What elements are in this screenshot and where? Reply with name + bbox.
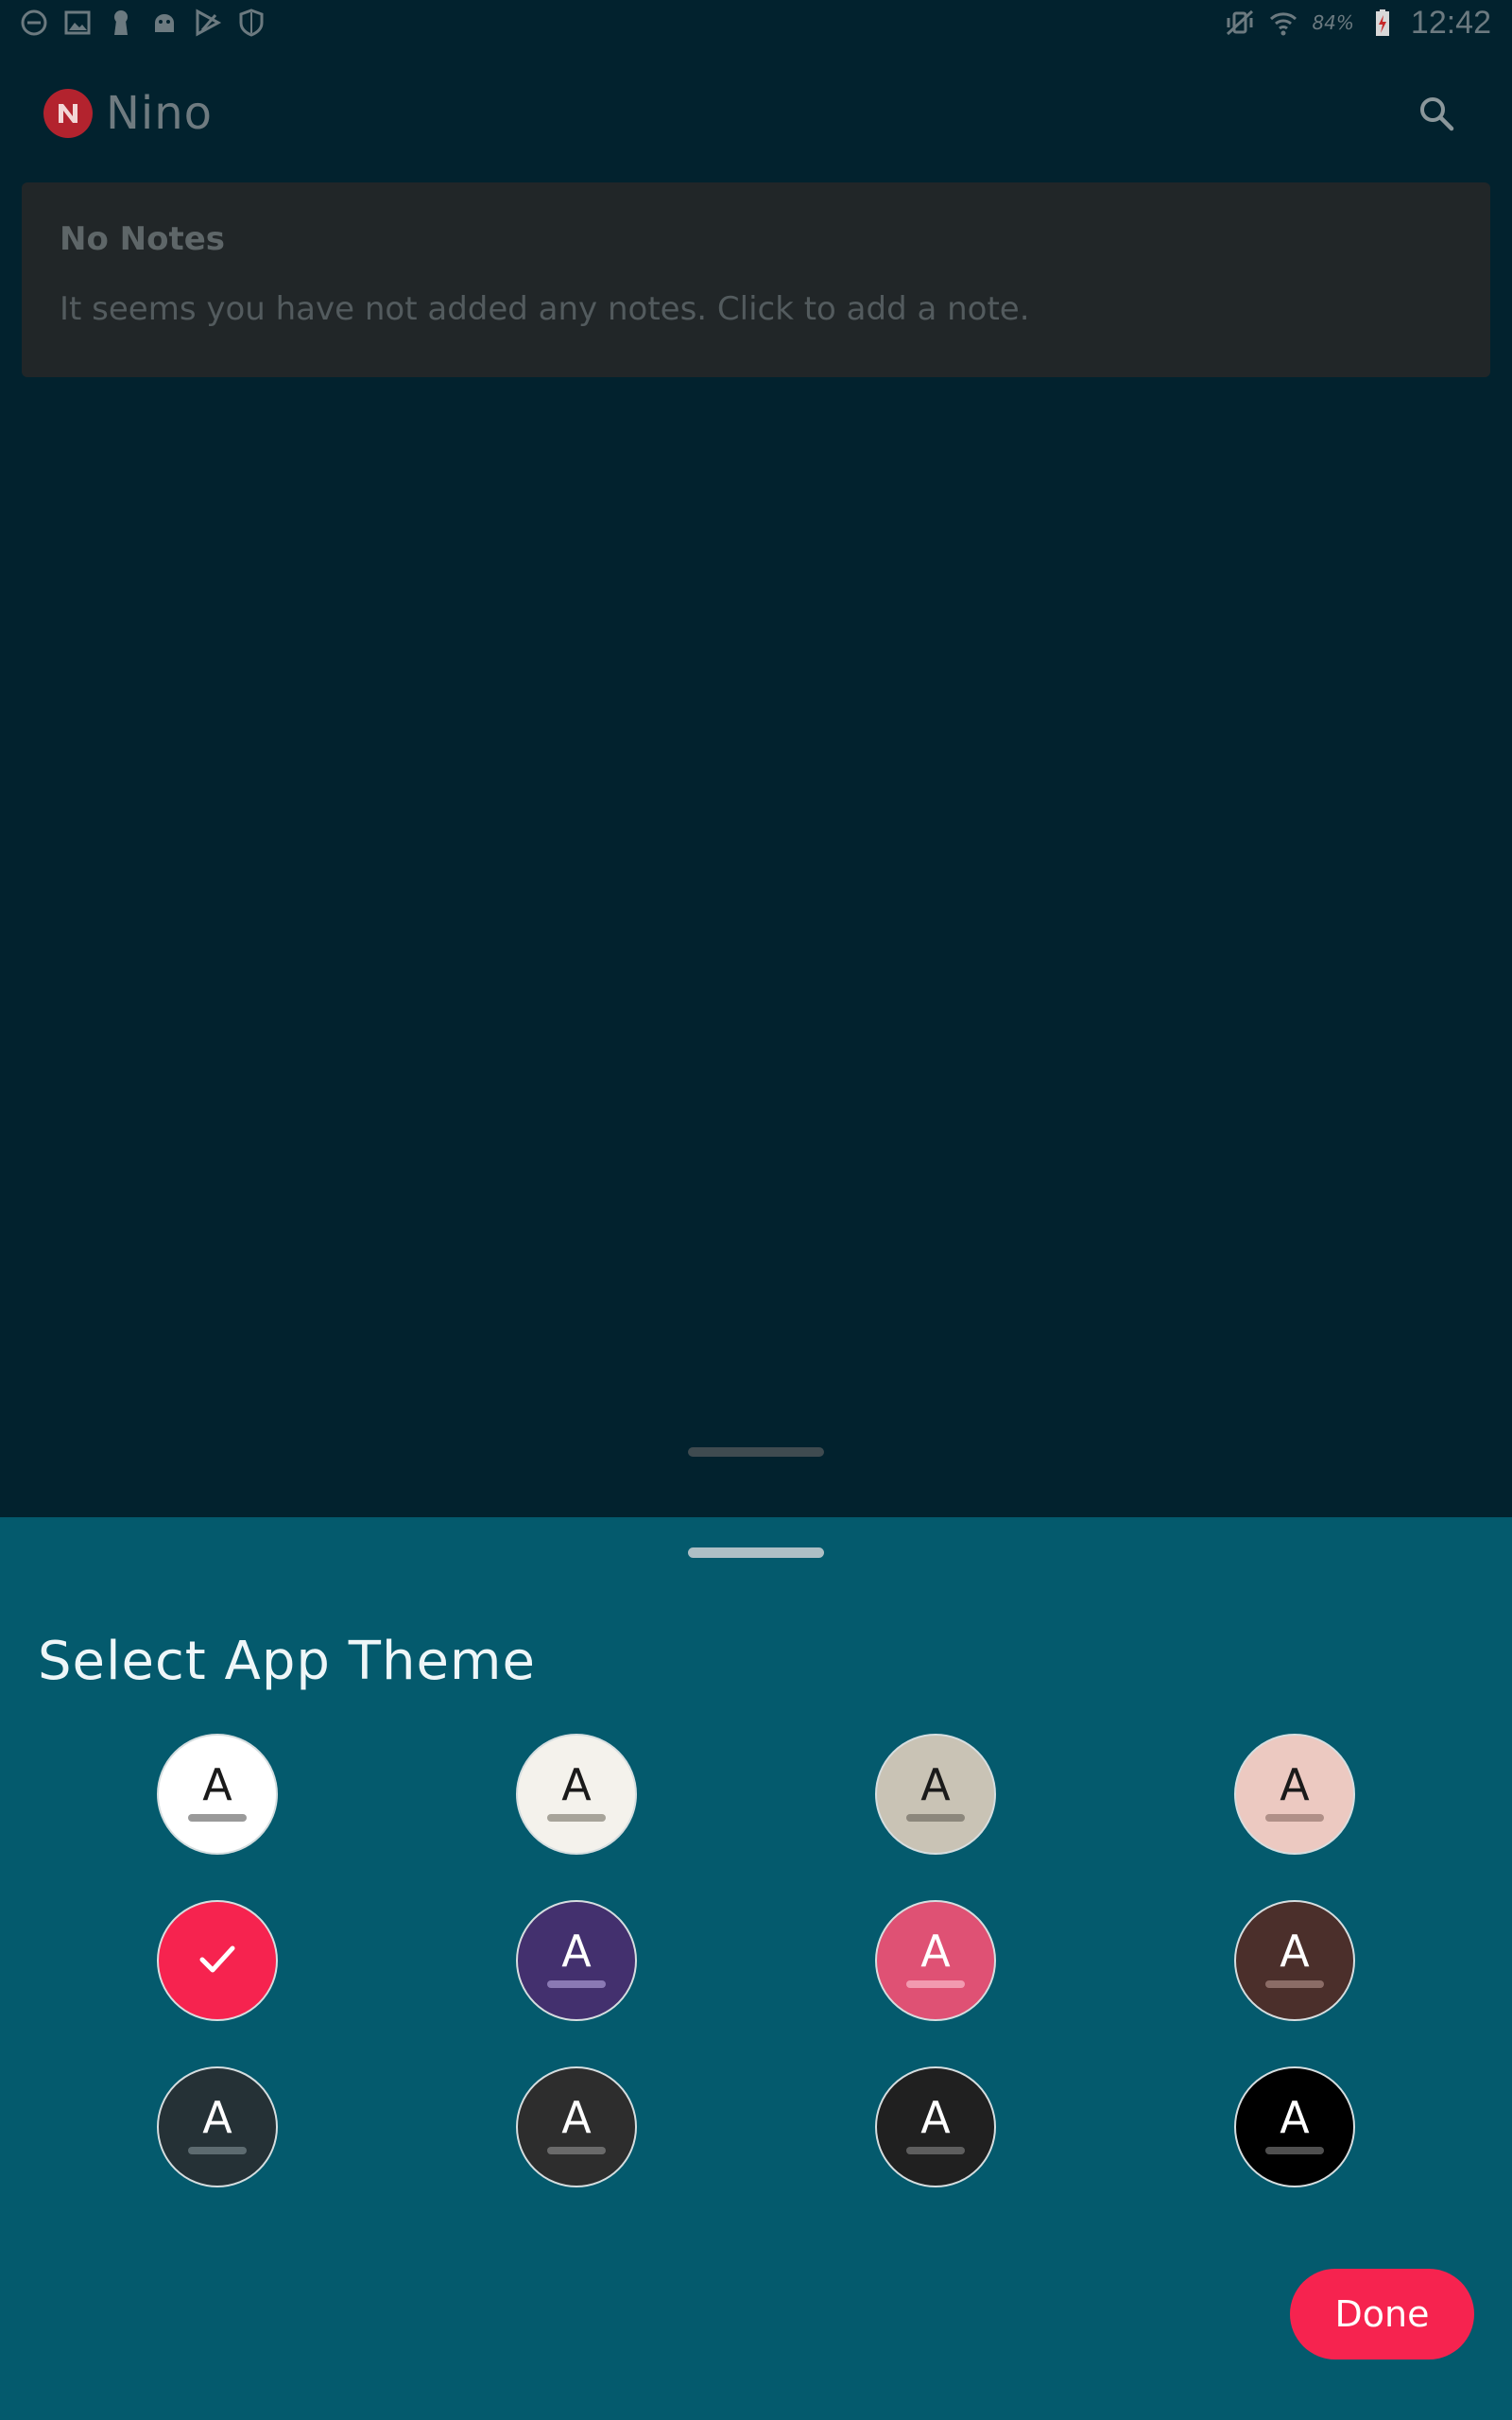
theme-swatch-bar	[188, 1814, 247, 1822]
status-clock: 12:42	[1410, 4, 1491, 41]
theme-swatch-bar	[1265, 1980, 1324, 1988]
theme-swatch[interactable]: A	[875, 2066, 996, 2187]
sheet-title: Select App Theme	[38, 1631, 536, 1692]
theme-swatch-letter: A	[561, 1759, 592, 1810]
theme-swatch-letter: A	[920, 1759, 951, 1810]
theme-swatch-letter: A	[1280, 1759, 1310, 1810]
theme-swatch-bar	[547, 1814, 606, 1822]
sheet-drag-handle[interactable]	[688, 1547, 824, 1558]
theme-bottom-sheet: Select App Theme A A A A A A A A A A A Done	[0, 1517, 1512, 2420]
done-button[interactable]: Done	[1290, 2269, 1474, 2360]
theme-swatch[interactable]: A	[516, 2066, 637, 2187]
keyhole-icon	[106, 8, 136, 38]
search-icon	[1420, 97, 1454, 131]
theme-swatch-bar	[906, 2147, 965, 2154]
theme-swatch[interactable]: A	[1234, 1900, 1355, 2021]
theme-swatch[interactable]: A	[516, 1900, 637, 2021]
theme-swatch-letter: A	[202, 1759, 232, 1810]
theme-swatch[interactable]: A	[516, 1734, 637, 1855]
theme-swatch[interactable]: A	[157, 1734, 278, 1855]
theme-swatch-letter: A	[1280, 2092, 1310, 2143]
theme-swatch-letter: A	[920, 1926, 951, 1977]
battery-icon	[1367, 8, 1398, 38]
search-button[interactable]	[1414, 91, 1459, 136]
vibrate-icon	[1225, 8, 1255, 38]
theme-swatch[interactable]: A	[157, 2066, 278, 2187]
system-status: 84% 12:42	[1225, 5, 1491, 42]
app-title: Nino	[106, 87, 214, 140]
empty-notes-card[interactable]: No Notes It seems you have not added any…	[22, 182, 1490, 377]
do-not-disturb-icon	[19, 8, 49, 38]
theme-swatch-letter: A	[920, 2092, 951, 2143]
theme-swatch[interactable]: A	[875, 1900, 996, 2021]
theme-swatch[interactable]: A	[1234, 1734, 1355, 1855]
background-drag-handle	[688, 1447, 824, 1457]
shield-icon	[236, 8, 266, 38]
theme-swatch-letter: A	[561, 1926, 592, 1977]
theme-swatch-letter: A	[202, 2092, 232, 2143]
app-bar: Nino	[0, 66, 1512, 161]
theme-swatch-bar	[1265, 2147, 1324, 2154]
theme-swatch[interactable]: A	[875, 1734, 996, 1855]
theme-swatch-bar	[188, 2147, 247, 2154]
app-screen: 84% 12:42 Nino No Notes It seems you hav…	[0, 0, 1512, 2420]
app-logo	[43, 89, 93, 138]
theme-swatch-bar	[1265, 1814, 1324, 1822]
check-icon	[191, 1932, 244, 1989]
theme-swatch-letter: A	[1280, 1926, 1310, 1977]
gallery-icon	[62, 8, 93, 38]
wifi-icon	[1268, 8, 1298, 38]
theme-swatch-bar	[547, 2147, 606, 2154]
theme-swatch-bar	[906, 1980, 965, 1988]
theme-swatch-selected[interactable]	[157, 1900, 278, 2021]
android-icon	[149, 8, 180, 38]
theme-swatch-bar	[906, 1814, 965, 1822]
theme-swatch-letter: A	[561, 2092, 592, 2143]
empty-notes-message: It seems you have not added any notes. C…	[60, 290, 1030, 328]
notification-icons	[19, 8, 266, 38]
theme-swatch-bar	[547, 1980, 606, 1988]
play-store-icon	[193, 8, 223, 38]
theme-swatch[interactable]: A	[1234, 2066, 1355, 2187]
battery-percentage: 84%	[1312, 11, 1354, 34]
empty-notes-title: No Notes	[60, 220, 226, 258]
status-bar: 84% 12:42	[0, 0, 1512, 45]
